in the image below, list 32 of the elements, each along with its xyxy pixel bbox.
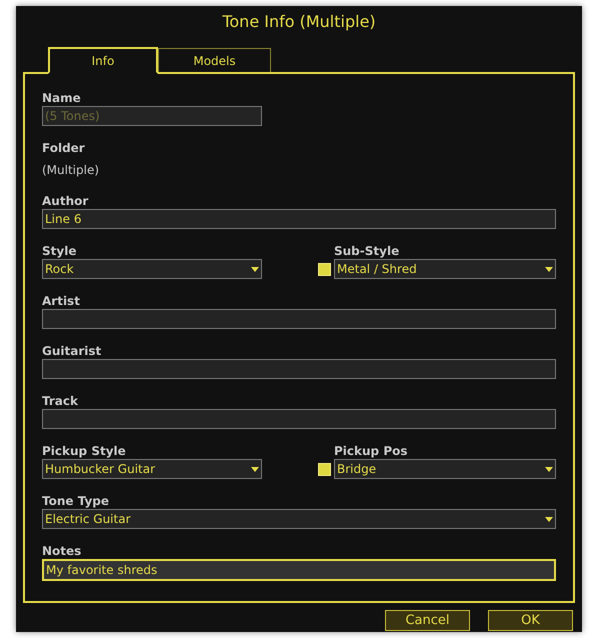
field-label: Folder xyxy=(42,140,86,156)
caret-icon xyxy=(545,516,553,522)
field-label: Style xyxy=(42,243,78,259)
checkbox[interactable] xyxy=(318,262,331,276)
dropdown[interactable]: Metal / Shred xyxy=(334,259,556,279)
dialog-button[interactable]: Cancel xyxy=(385,610,470,631)
caret-icon xyxy=(251,466,259,472)
caret-icon xyxy=(545,266,553,272)
field-label: Author xyxy=(42,193,90,209)
tab[interactable]: Info xyxy=(48,47,158,74)
dropdown[interactable]: Humbucker Guitar xyxy=(42,459,262,479)
field-value: (Multiple) xyxy=(42,162,100,179)
field-label: Track xyxy=(42,393,79,409)
field-label: Guitarist xyxy=(42,343,102,359)
caret-icon xyxy=(545,466,553,472)
dialog-button[interactable]: OK xyxy=(488,610,573,631)
caret-icon xyxy=(251,266,259,272)
dropdown[interactable]: Electric Guitar xyxy=(42,509,556,529)
field-label: Sub-Style xyxy=(334,243,400,259)
checkbox[interactable] xyxy=(318,462,331,476)
field-label: Notes xyxy=(42,543,82,559)
window-title: Tone Info (Multiple) xyxy=(221,11,377,33)
input-field[interactable]: Line 6 xyxy=(42,209,556,229)
field-label: Pickup Pos xyxy=(334,443,408,459)
tab[interactable]: Models xyxy=(158,48,271,72)
field-label: Tone Type xyxy=(42,493,110,509)
field-label: Pickup Style xyxy=(42,443,127,459)
input-field[interactable]: My favorite shreds xyxy=(42,559,556,581)
field-label: Artist xyxy=(42,293,81,309)
dropdown[interactable]: Bridge xyxy=(334,459,556,479)
dropdown[interactable]: Rock xyxy=(42,259,262,279)
field-label: Name xyxy=(42,90,82,106)
